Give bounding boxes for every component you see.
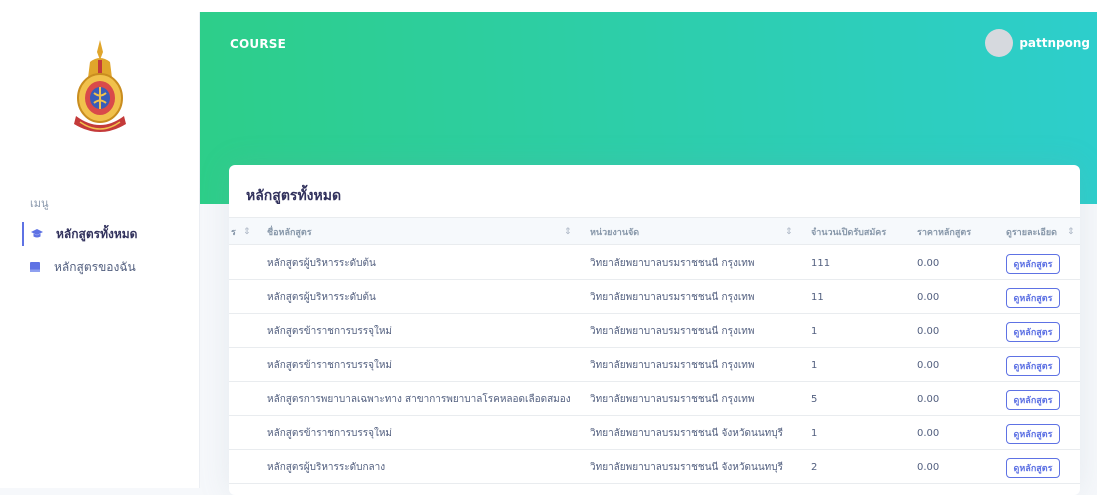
table-row: หลักสูตรข้าราชการบรรจุใหม่ วิทยาลัยพยาบา… [229, 348, 1080, 382]
avatar [985, 29, 1014, 57]
card-title: หลักสูตรทั้งหมด [246, 188, 342, 204]
sort-icon[interactable]: ⇕ [564, 218, 572, 245]
user-menu[interactable]: pattnpong [985, 29, 1090, 57]
cell-seats: 5 [811, 393, 818, 405]
top-strip [0, 0, 1097, 12]
view-course-button[interactable]: ดูหลักสูตร [1006, 390, 1060, 410]
cell-seats: 111 [811, 257, 831, 269]
sidebar: เมนู หลักสูตรทั้งหมด หลักสูตรของฉัน [0, 12, 200, 488]
cell-seats: 1 [811, 325, 818, 337]
cell-price: 0.00 [917, 359, 940, 371]
table-row: หลักสูตรข้าราชการบรรจุใหม่ วิทยาลัยพยาบา… [229, 314, 1080, 348]
cell-organizer: วิทยาลัยพยาบาลบรมราชชนนี จังหวัดนนทบุรี [590, 461, 783, 473]
cell-course-name: หลักสูตรข้าราชการบรรจุใหม่ [267, 359, 393, 371]
column-header-partial[interactable]: ร [231, 218, 236, 245]
cell-organizer: วิทยาลัยพยาบาลบรมราชชนนี กรุงเทพ [590, 393, 755, 405]
column-header-price[interactable]: ราคาหลักสูตร [917, 218, 971, 245]
cell-seats: 11 [811, 291, 824, 303]
institution-logo[interactable] [68, 38, 132, 142]
cell-organizer: วิทยาลัยพยาบาลบรมราชชนนี กรุงเทพ [590, 359, 755, 371]
cell-course-name: หลักสูตรข้าราชการบรรจุใหม่ [267, 427, 393, 439]
cell-seats: 2 [811, 461, 818, 473]
sidebar-item-my-courses[interactable]: หลักสูตรของฉัน [22, 255, 192, 279]
cell-price: 0.00 [917, 393, 940, 405]
column-header-organizer[interactable]: หน่วยงานจัด [590, 218, 639, 245]
view-course-button[interactable]: ดูหลักสูตร [1006, 288, 1060, 308]
table-header: ร ⇕ ชื่อหลักสูตร ⇕ หน่วยงานจัด ⇕ จำนวนเป… [229, 218, 1080, 245]
table-row: หลักสูตรข้าราชการบรรจุใหม่ วิทยาลัยพยาบา… [229, 416, 1080, 450]
view-course-button[interactable]: ดูหลักสูตร [1006, 424, 1060, 444]
table-row: หลักสูตรผู้บริหารระดับต้น วิทยาลัยพยาบาล… [229, 246, 1080, 280]
cell-seats: 1 [811, 427, 818, 439]
sort-icon[interactable]: ⇕ [785, 218, 793, 245]
view-course-button[interactable]: ดูหลักสูตร [1006, 458, 1060, 478]
username: pattnpong [1019, 36, 1090, 50]
sort-icon[interactable]: ⇕ [1067, 218, 1075, 245]
cell-organizer: วิทยาลัยพยาบาลบรมราชชนนี กรุงเทพ [590, 325, 755, 337]
book-icon [28, 260, 42, 274]
view-course-button[interactable]: ดูหลักสูตร [1006, 356, 1060, 376]
cell-course-name: หลักสูตรผู้บริหารระดับกลาง [267, 461, 386, 473]
cell-price: 0.00 [917, 325, 940, 337]
table-row: หลักสูตรการพยาบาลเฉพาะทาง สาขาการพยาบาลโ… [229, 382, 1080, 416]
cell-course-name: หลักสูตรข้าราชการบรรจุใหม่ [267, 325, 393, 337]
cell-price: 0.00 [917, 257, 940, 269]
courses-card: หลักสูตรทั้งหมด ร ⇕ ชื่อหลักสูตร ⇕ หน่วย… [229, 165, 1080, 495]
column-header-details[interactable]: ดูรายละเอียด [1006, 218, 1057, 245]
cell-organizer: วิทยาลัยพยาบาลบรมราชชนนี กรุงเทพ [590, 257, 755, 269]
view-course-button[interactable]: ดูหลักสูตร [1006, 254, 1060, 274]
sidebar-item-label: หลักสูตรทั้งหมด [56, 226, 138, 241]
cell-course-name: หลักสูตรการพยาบาลเฉพาะทาง สาขาการพยาบาลโ… [267, 393, 571, 405]
table-row: หลักสูตรผู้บริหารระดับกลาง วิทยาลัยพยาบา… [229, 450, 1080, 484]
cell-price: 0.00 [917, 291, 940, 303]
sort-icon[interactable]: ⇕ [243, 218, 251, 245]
column-header-seats[interactable]: จำนวนเปิดรับสมัคร [811, 218, 886, 245]
table-row: หลักสูตรผู้บริหารระดับต้น วิทยาลัยพยาบาล… [229, 280, 1080, 314]
menu-heading: เมนู [30, 197, 49, 210]
cell-price: 0.00 [917, 461, 940, 473]
sidebar-item-label: หลักสูตรของฉัน [54, 259, 136, 274]
sidebar-item-all-courses[interactable]: หลักสูตรทั้งหมด [22, 222, 192, 246]
cell-organizer: วิทยาลัยพยาบาลบรมราชชนนี จังหวัดนนทบุรี [590, 427, 783, 439]
graduation-cap-icon [30, 227, 44, 241]
cell-course-name: หลักสูตรผู้บริหารระดับต้น [267, 291, 376, 303]
brand-title[interactable]: COURSE [230, 37, 286, 51]
cell-price: 0.00 [917, 427, 940, 439]
cell-organizer: วิทยาลัยพยาบาลบรมราชชนนี กรุงเทพ [590, 291, 755, 303]
cell-course-name: หลักสูตรผู้บริหารระดับต้น [267, 257, 376, 269]
column-header-course-name[interactable]: ชื่อหลักสูตร [267, 218, 312, 245]
view-course-button[interactable]: ดูหลักสูตร [1006, 322, 1060, 342]
cell-seats: 1 [811, 359, 818, 371]
